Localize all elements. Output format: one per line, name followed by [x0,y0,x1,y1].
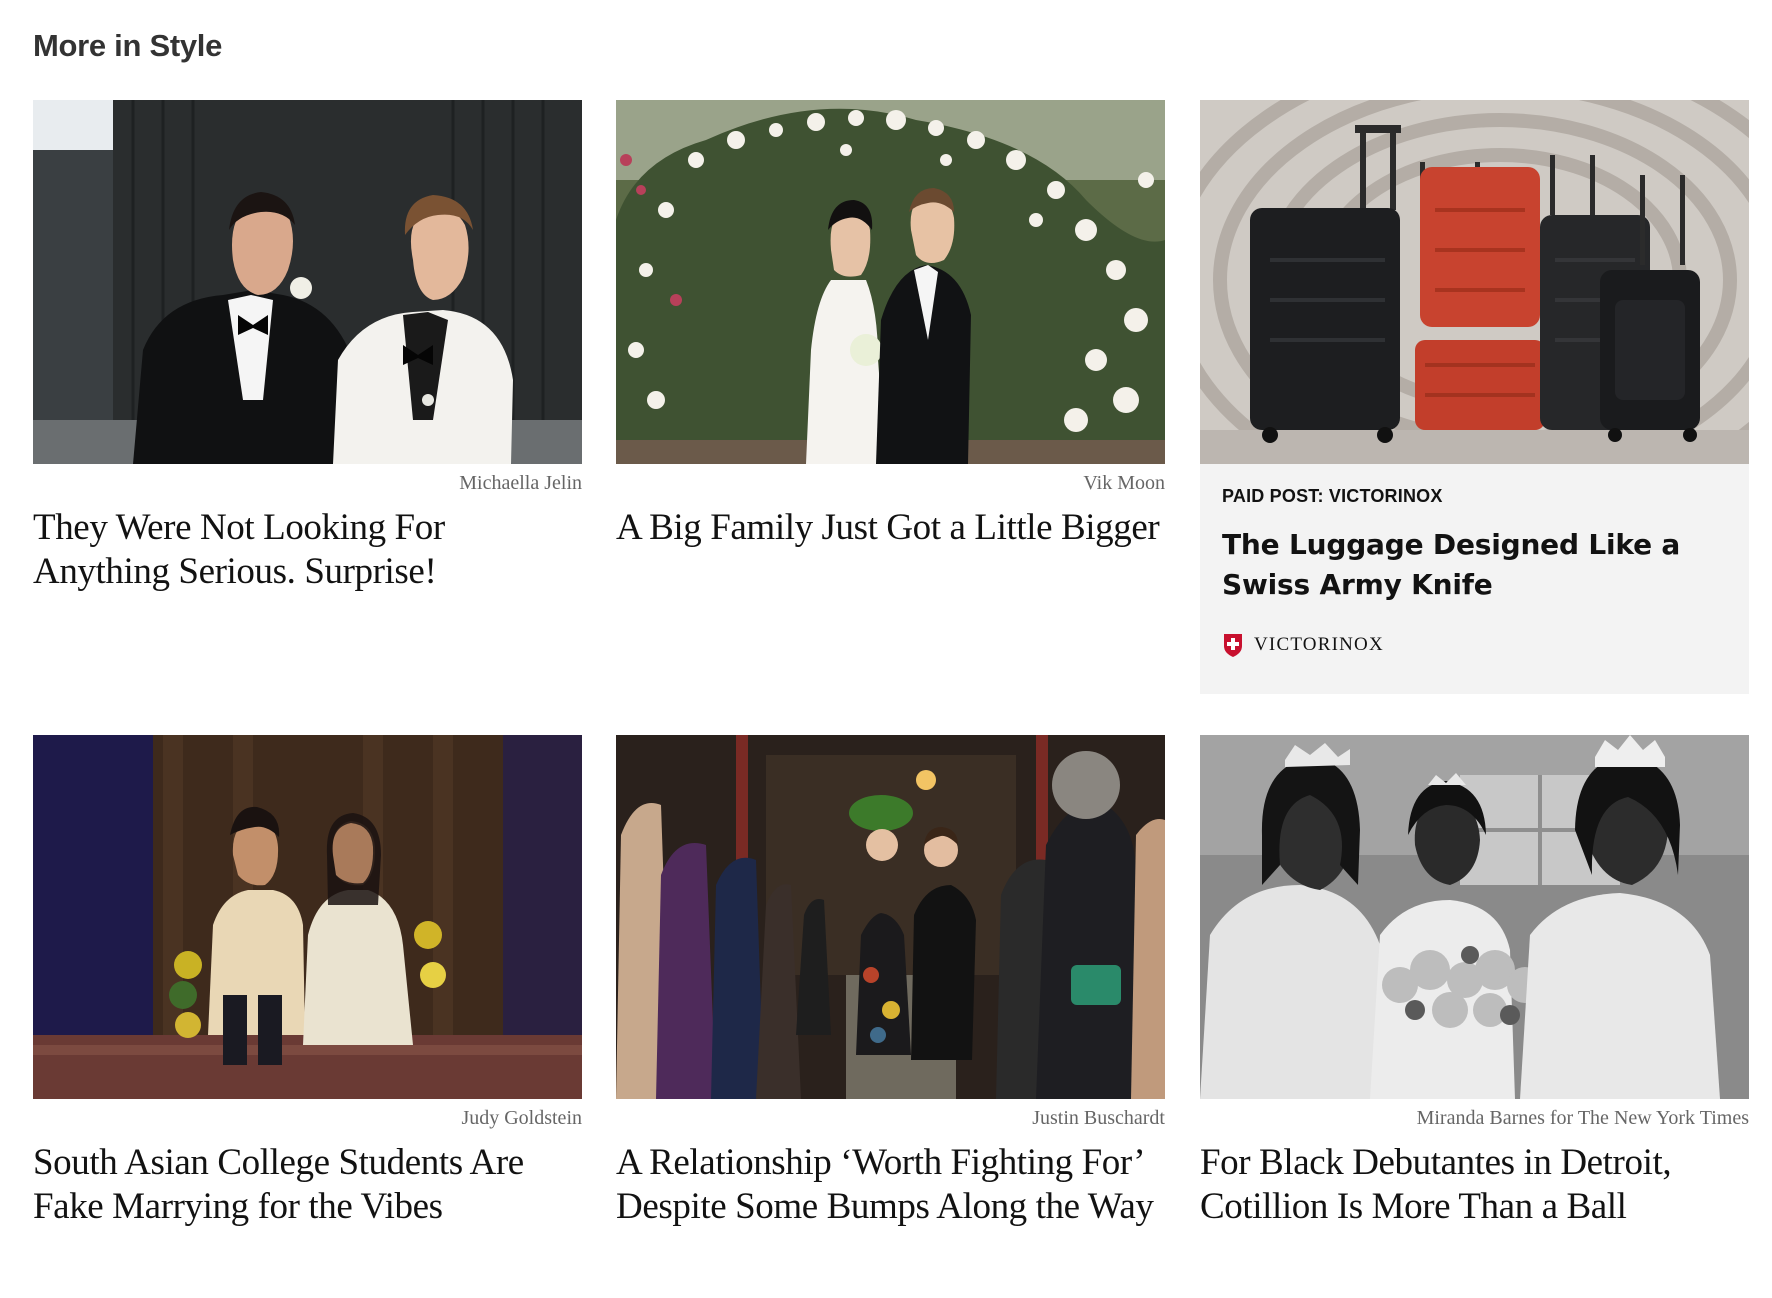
photo-grooms-portrait [33,100,582,464]
story-headline[interactable]: They Were Not Looking For Anything Serio… [33,506,582,594]
photo-luggage-set [1200,100,1749,464]
photo-credit: Justin Buschardt [1032,1107,1165,1129]
story-photo[interactable] [616,735,1165,1099]
advertiser-brand[interactable]: VICTORINOX [1222,632,1384,658]
photo-credit: Miranda Barnes for The New York Times [1416,1107,1749,1129]
photo-credit: Judy Goldstein [461,1107,582,1129]
story-photo[interactable] [33,735,582,1099]
story-photo[interactable] [1200,735,1749,1099]
photo-credit: Michaella Jelin [459,472,582,494]
photo-debutantes-bw [1200,735,1749,1099]
story-headline[interactable]: A Relationship ‘Worth Fighting For’ Desp… [616,1141,1165,1229]
photo-garden-wedding [616,100,1165,464]
story-photo[interactable] [33,100,582,464]
photo-credit: Vik Moon [1083,472,1165,494]
story-headline[interactable]: A Big Family Just Got a Little Bigger [616,506,1165,550]
photo-reception-procession [616,735,1165,1099]
section-title: More in Style [33,28,223,63]
story-card[interactable]: Judy Goldstein South Asian College Stude… [33,735,582,1229]
paid-post-card[interactable]: PAID POST: VICTORINOX The Luggage Design… [1200,100,1749,694]
paid-post-label: PAID POST: VICTORINOX [1222,486,1443,506]
story-card[interactable]: Justin Buschardt A Relationship ‘Worth F… [616,735,1165,1229]
advertiser-name: VICTORINOX [1254,634,1384,655]
story-headline[interactable]: For Black Debutantes in Detroit, Cotilli… [1200,1141,1749,1229]
ad-photo[interactable] [1200,100,1749,464]
story-card[interactable]: Miranda Barnes for The New York Times Fo… [1200,735,1749,1229]
story-card[interactable]: Vik Moon A Big Family Just Got a Little … [616,100,1165,550]
paid-post-headline[interactable]: The Luggage Designed Like a Swiss Army K… [1222,525,1727,605]
victorinox-shield-icon [1224,634,1242,657]
photo-stage-couple [33,735,582,1099]
story-card[interactable]: Michaella Jelin They Were Not Looking Fo… [33,100,582,594]
story-headline[interactable]: South Asian College Students Are Fake Ma… [33,1141,582,1229]
story-photo[interactable] [616,100,1165,464]
